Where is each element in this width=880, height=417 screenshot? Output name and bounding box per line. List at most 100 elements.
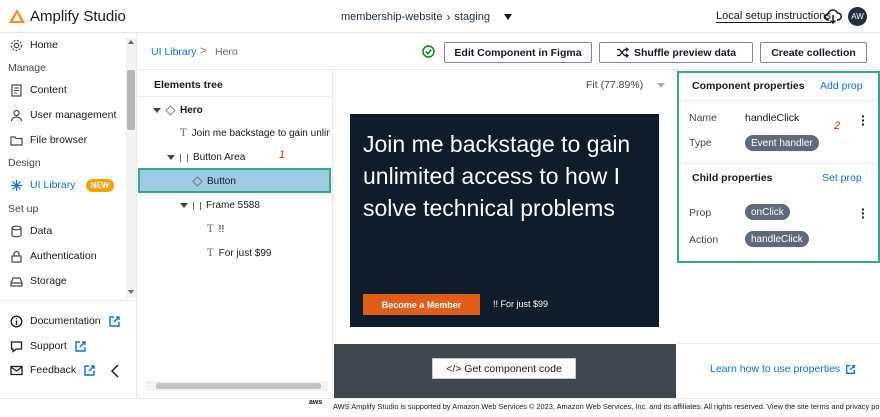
tree-node-price-text[interactable]: T For just $99 — [207, 248, 271, 259]
collapse-sidebar-icon[interactable] — [110, 364, 120, 378]
tree-node-heading-text[interactable]: T Join me backstage to gain unlim — [180, 128, 330, 139]
action-label: Action — [689, 234, 719, 246]
gear-icon — [10, 39, 23, 52]
set-prop-link[interactable]: Set prop — [822, 172, 862, 184]
annotation-marker-1: 1 — [279, 149, 286, 161]
scroll-up-icon[interactable] — [128, 40, 134, 44]
scroll-down-icon[interactable] — [128, 290, 134, 294]
caret-down-icon[interactable] — [153, 108, 161, 113]
aws-logo: aws — [309, 399, 323, 406]
tree-node-button-area[interactable]: Button Area — [167, 152, 245, 163]
shuffle-icon — [616, 47, 629, 58]
component-properties-title: Component properties — [692, 80, 805, 92]
elements-tree-panel — [138, 71, 333, 398]
component-icon — [165, 105, 176, 116]
sidebar-item-data[interactable]: Data — [10, 223, 52, 239]
prop-badge[interactable]: onClick — [745, 204, 790, 220]
sidebar-item-label: Authentication — [30, 250, 97, 262]
link-label: Learn how to use properties — [710, 363, 841, 375]
divider — [677, 343, 880, 344]
amplify-logo-icon[interactable] — [8, 8, 26, 24]
tree-node-label: Join me backstage to gain unlim — [191, 128, 330, 139]
breadcrumb-separator: > — [200, 45, 207, 57]
sidebar-item-label: UI Library — [30, 179, 76, 191]
become-member-button[interactable]: Become a Member — [363, 294, 480, 315]
project-selector[interactable]: membership-website › staging — [341, 10, 512, 24]
sidebar-item-content[interactable]: Content — [10, 82, 67, 98]
divider — [679, 100, 878, 101]
text-icon: T — [207, 248, 214, 259]
sidebar-item-file-browser[interactable]: File browser — [10, 132, 87, 148]
sidebar-item-authentication[interactable]: Authentication — [10, 248, 97, 264]
tree-node-label: Hero — [180, 105, 203, 116]
tree-node-hero[interactable]: Hero — [153, 105, 203, 116]
user-icon — [10, 109, 23, 122]
sidebar-item-label: User management — [30, 109, 117, 121]
elements-tree-title: Elements tree — [154, 79, 223, 91]
avatar[interactable]: AW — [848, 7, 867, 26]
more-options-icon[interactable]: · · · — [861, 202, 866, 224]
sidebar-scrollbar-thumb[interactable] — [127, 70, 135, 130]
tree-node-frame-5588[interactable]: Frame 5588 — [180, 200, 260, 211]
breadcrumb-ui-library[interactable]: UI Library — [151, 46, 197, 58]
learn-properties-link[interactable]: Learn how to use properties — [710, 363, 856, 375]
folder-icon — [10, 134, 23, 147]
shuffle-preview-button[interactable]: Shuffle preview data — [599, 42, 753, 63]
tree-node-exclaim-text[interactable]: T !! — [207, 224, 224, 235]
more-options-icon[interactable]: · · · — [861, 109, 866, 131]
sidebar-item-label: Documentation — [30, 315, 101, 327]
hero-heading: Join me backstage to gain unlimited acce… — [363, 131, 631, 221]
sidebar-item-label: Home — [30, 39, 59, 51]
type-badge[interactable]: Event handler — [745, 135, 819, 151]
sidebar-item-support[interactable]: Support — [10, 338, 87, 354]
text-icon: T — [180, 128, 187, 139]
tree-node-label: Button — [207, 176, 236, 187]
sidebar-item-home[interactable]: Home — [10, 37, 58, 53]
add-prop-link[interactable]: Add prop — [820, 80, 863, 92]
zoom-dropdown-icon[interactable] — [657, 83, 665, 88]
document-icon — [10, 83, 23, 97]
sidebar-item-label: Storage — [30, 275, 67, 287]
database-icon — [10, 225, 23, 238]
sidebar-item-label: Data — [30, 225, 53, 237]
sidebar-item-documentation[interactable]: Documentation — [10, 313, 121, 329]
tree-scrollbar-thumb[interactable] — [156, 383, 321, 389]
tree-node-label: For just $99 — [218, 248, 272, 259]
app-title[interactable]: Amplify Studio — [30, 8, 126, 25]
create-collection-button[interactable]: Create collection — [760, 42, 867, 63]
path-separator-icon: › — [446, 10, 451, 24]
sidebar-item-ui-library[interactable]: UI Library NEW — [10, 177, 115, 193]
type-label: Type — [689, 137, 712, 149]
divider — [138, 96, 333, 97]
ui-library-icon — [10, 179, 23, 192]
sidebar-item-label: Support — [30, 340, 67, 352]
edit-in-figma-button[interactable]: Edit Component in Figma — [444, 42, 592, 63]
external-link-icon — [74, 340, 87, 353]
local-setup-link[interactable]: Local setup instructions — [716, 10, 831, 23]
action-badge[interactable]: handleClick — [745, 231, 809, 247]
caret-down-icon[interactable] — [180, 203, 188, 208]
external-link-icon — [108, 315, 121, 328]
button-label: Create collection — [771, 46, 856, 59]
footer-text: AWS Amplify Studio is supported by Amazo… — [333, 402, 880, 411]
tree-node-label: Button Area — [193, 152, 246, 163]
get-component-code-button[interactable]: </> Get component code — [432, 358, 576, 379]
prop-name-value[interactable]: handleClick — [745, 112, 799, 124]
zoom-level[interactable]: Fit (77.89%) — [586, 79, 643, 91]
button-label: Shuffle preview data — [633, 46, 737, 59]
support-icon — [10, 340, 23, 353]
sidebar-item-label: Feedback — [30, 364, 77, 376]
child-properties-title: Child properties — [692, 172, 773, 184]
cloud-download-icon[interactable] — [824, 8, 842, 24]
info-icon — [10, 315, 23, 328]
sidebar-item-storage[interactable]: Storage — [10, 273, 67, 289]
caret-down-icon[interactable] — [167, 155, 175, 160]
mail-icon — [10, 364, 23, 377]
storage-icon — [10, 275, 23, 288]
sidebar-item-user-management[interactable]: User management — [10, 107, 116, 123]
external-link-icon — [83, 364, 96, 377]
sidebar-item-feedback[interactable]: Feedback — [10, 362, 96, 378]
divider — [679, 163, 878, 164]
breadcrumb-current: Hero — [215, 46, 238, 58]
tree-node-button[interactable]: Button — [192, 176, 236, 187]
